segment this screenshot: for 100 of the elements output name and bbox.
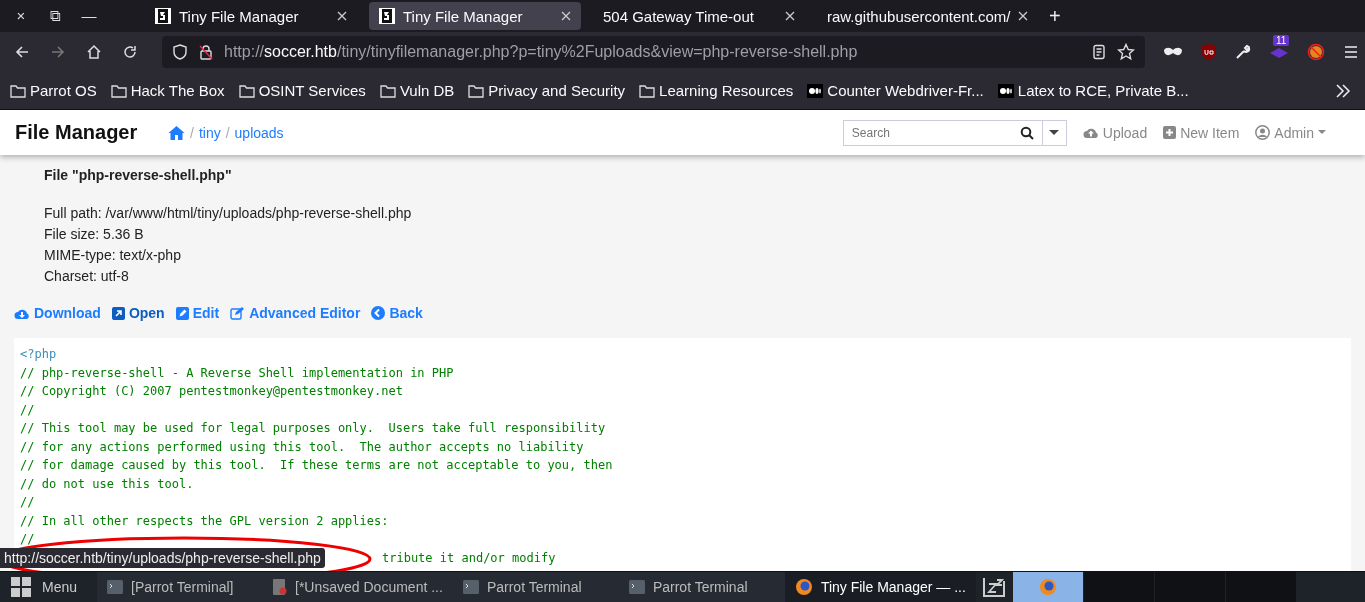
browser-logo-icon — [794, 578, 813, 596]
window-control[interactable]: — — [78, 7, 100, 25]
file-title: File "php-reverse-shell.php" — [43, 167, 233, 183]
terminal-icon — [107, 580, 124, 594]
code-line: // — [20, 494, 36, 511]
back-link[interactable]: Back — [371, 305, 423, 321]
taskbar-item[interactable]: Parrot Terminal — [452, 572, 619, 602]
code-line: // — [20, 401, 36, 419]
bookmark[interactable]: Privacy and Security — [468, 82, 626, 99]
breadcrumb-separator: / — [190, 124, 194, 141]
blocked-extension-icon[interactable] — [1307, 43, 1325, 61]
code-line: // — [20, 531, 36, 548]
close-icon[interactable] — [1018, 11, 1029, 21]
bookmark[interactable]: Hack The Box — [110, 82, 225, 99]
breadcrumb-link[interactable]: tiny — [198, 124, 221, 141]
sleep-icon[interactable] — [981, 576, 1006, 598]
bookmark[interactable]: OSINT Services — [238, 82, 366, 99]
file-detail: Full path: /var/www/html/tiny/uploads/php-reverse-shell.php — [44, 204, 413, 223]
shield-extension-icon[interactable] — [1201, 43, 1217, 61]
folder-icon — [238, 83, 255, 98]
taskbar-item[interactable]: [*Unsaved Document ... — [263, 572, 453, 602]
code-line: // php-reverse-shell - A Reverse Shell implementation in PHP — [20, 364, 455, 382]
caret-icon — [1318, 130, 1326, 135]
user-icon — [1255, 125, 1271, 140]
external-link-icon — [111, 306, 125, 320]
count-badge: 11 — [1273, 35, 1290, 46]
close-icon[interactable] — [337, 11, 347, 21]
new-tab-button[interactable]: + — [1041, 4, 1069, 28]
file-detail: MIME-type: text/x-php — [44, 246, 182, 265]
shield-icon — [172, 44, 188, 60]
star-icon[interactable] — [1117, 43, 1135, 61]
code-line: // do not use this tool. — [20, 475, 195, 493]
address-bar[interactable]: http://soccer.htb/tiny/tinyfilemanager.php?p=tiny%2Fuploads&view=php-reverse-shell.php — [162, 36, 1145, 68]
folder-icon — [379, 83, 396, 98]
chevrons-icon[interactable] — [1335, 83, 1351, 98]
caret-icon — [1049, 129, 1060, 136]
document-icon — [273, 579, 288, 595]
forward-icon[interactable] — [50, 44, 66, 60]
upload-link[interactable]: Upload — [1082, 124, 1148, 141]
advanced-link[interactable]: Advanced Editor — [230, 305, 361, 321]
folder-icon — [10, 83, 26, 98]
browser-logo-icon — [1038, 578, 1057, 596]
home-icon[interactable] — [86, 44, 102, 60]
grid-icon — [10, 576, 32, 598]
search-field[interactable]: Search — [842, 119, 1043, 146]
code-line: // Copyright (C) 2007 pentestmonkey@pentestmonkey.net — [20, 383, 404, 400]
download-link[interactable]: Download — [14, 305, 101, 321]
folder-icon — [639, 83, 656, 98]
bookmark[interactable]: Parrot OS — [10, 82, 97, 99]
workspace-button[interactable] — [1011, 572, 1083, 602]
terminal-icon — [628, 580, 645, 594]
new-link[interactable]: New Item — [1163, 124, 1240, 141]
back-icon[interactable] — [14, 44, 30, 60]
edit-icon — [230, 306, 246, 320]
plus-square-icon — [1163, 126, 1177, 139]
bookmark[interactable]: Counter Webdriver-Fr... — [807, 82, 984, 99]
start-menu-button[interactable]: Menu — [0, 576, 98, 598]
folder-icon — [110, 83, 127, 98]
taskbar-item[interactable]: Parrot Terminal — [618, 572, 785, 602]
taskbar-item[interactable]: [Parrot Terminal] — [97, 572, 264, 602]
open-link[interactable]: Open — [111, 305, 165, 321]
bookmark[interactable]: Learning Resources — [639, 82, 794, 99]
window-control[interactable]: ⧉ — [44, 7, 66, 25]
code-line: // for any actions performed using this tool. The author accepts no liability — [20, 438, 585, 456]
status-url-tooltip: http://soccer.htb/tiny/uploads/php-reverse-shell.php — [0, 547, 325, 568]
browser-tab[interactable]: Tiny File Manager — [145, 2, 357, 30]
code-line: // In all other respects the GPL version 2 applies: — [20, 512, 390, 530]
dots-logo-icon — [807, 83, 824, 98]
browser-tab[interactable]: 504 Gateway Time-out — [593, 2, 805, 30]
insecure-lock-icon — [198, 44, 214, 60]
taskbar-item[interactable]: Tiny File Manager — ... — [784, 572, 976, 602]
search-icon[interactable] — [1019, 125, 1034, 140]
code-line: // for damage caused by this tool. If these terms are not acceptable to you, then — [20, 457, 614, 474]
breadcrumb-link[interactable]: uploads — [234, 124, 284, 141]
folder-icon — [468, 83, 485, 98]
file-detail: File size: 5.36 B — [44, 225, 145, 244]
pencil-square-icon — [175, 306, 189, 320]
mask-icon[interactable] — [1163, 46, 1183, 58]
back-circle-icon — [371, 306, 386, 320]
reload-icon[interactable] — [122, 44, 138, 60]
wrench-icon[interactable] — [1235, 44, 1251, 60]
bookmark[interactable]: Latex to RCE, Private B... — [997, 82, 1189, 99]
window-control[interactable]: × — [10, 7, 32, 25]
bookmark[interactable]: Vuln DB — [379, 82, 455, 99]
reader-view-icon[interactable] — [1091, 44, 1107, 60]
code-line: // This tool may be used for legal purposes only. Users take full responsibility — [20, 420, 607, 437]
dots-logo-icon — [997, 83, 1014, 98]
cloud-upload-icon — [1082, 126, 1099, 139]
browser-tab[interactable]: Tiny File Manager — [369, 2, 581, 30]
file-detail: Charset: utf-8 — [44, 267, 130, 286]
close-icon[interactable] — [785, 11, 795, 21]
user-link[interactable]: Admin — [1255, 124, 1326, 141]
browser-tab[interactable]: raw.githubusercontent.com/ — [817, 2, 1029, 30]
search-options-button[interactable] — [1042, 119, 1067, 146]
terminal-icon — [462, 580, 479, 594]
code-line: <?php — [20, 346, 58, 363]
menu-icon[interactable] — [1343, 45, 1359, 59]
close-icon[interactable] — [561, 11, 571, 21]
brand-title: File Manager — [15, 121, 139, 144]
edit-link[interactable]: Edit — [175, 305, 220, 321]
